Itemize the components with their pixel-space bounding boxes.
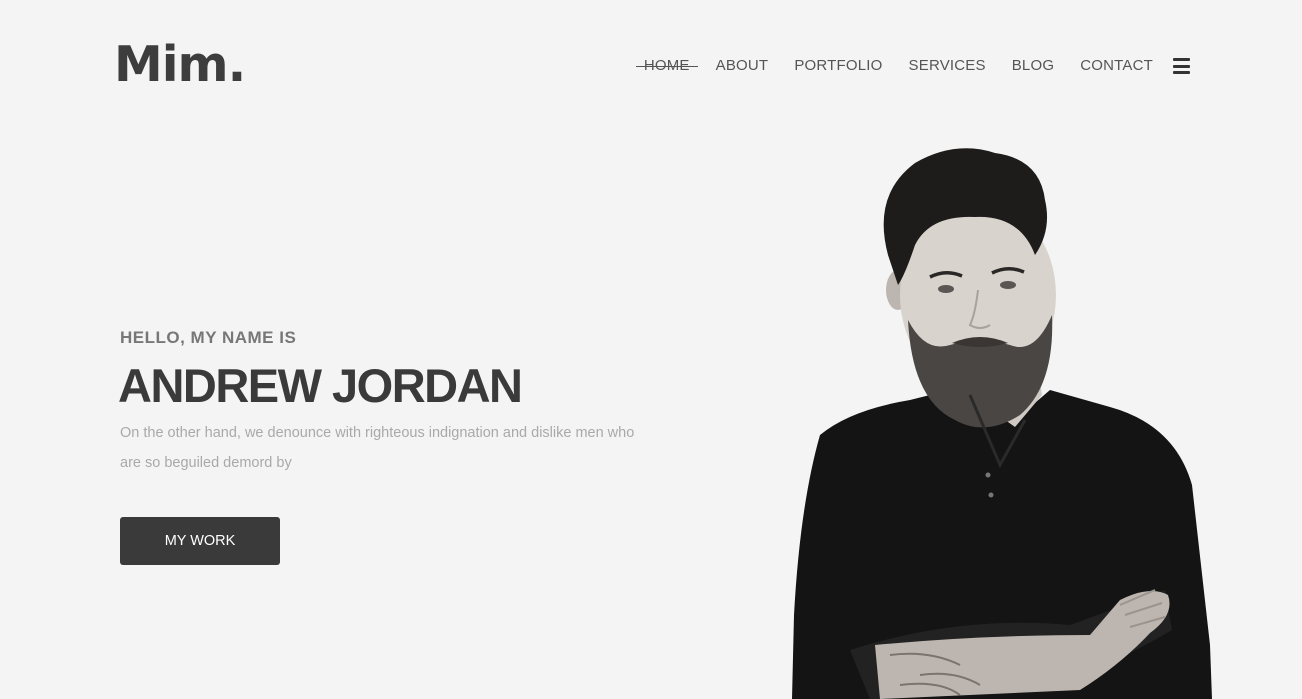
nav-blog[interactable]: BLOG (1012, 57, 1054, 75)
nav-portfolio[interactable]: PORTFOLIO (794, 57, 882, 75)
hero-description: On the other hand, we denounce with righ… (120, 425, 635, 471)
nav-services[interactable]: SERVICES (909, 57, 986, 75)
main-nav: HOME ABOUT PORTFOLIO SERVICES BLOG CONTA… (635, 57, 1190, 75)
hero-name: ANDREW JORDAN (118, 359, 523, 412)
site-logo[interactable]: Mim. (114, 40, 246, 89)
portrait-image (792, 148, 1212, 699)
hero-greeting: HELLO, MY NAME IS (120, 328, 297, 347)
nav-contact[interactable]: CONTACT (1080, 57, 1153, 75)
hamburger-icon[interactable] (1173, 58, 1190, 74)
nav-home[interactable]: HOME (635, 57, 698, 75)
nav-about[interactable]: ABOUT (716, 57, 769, 75)
my-work-button[interactable]: MY WORK (120, 517, 280, 565)
